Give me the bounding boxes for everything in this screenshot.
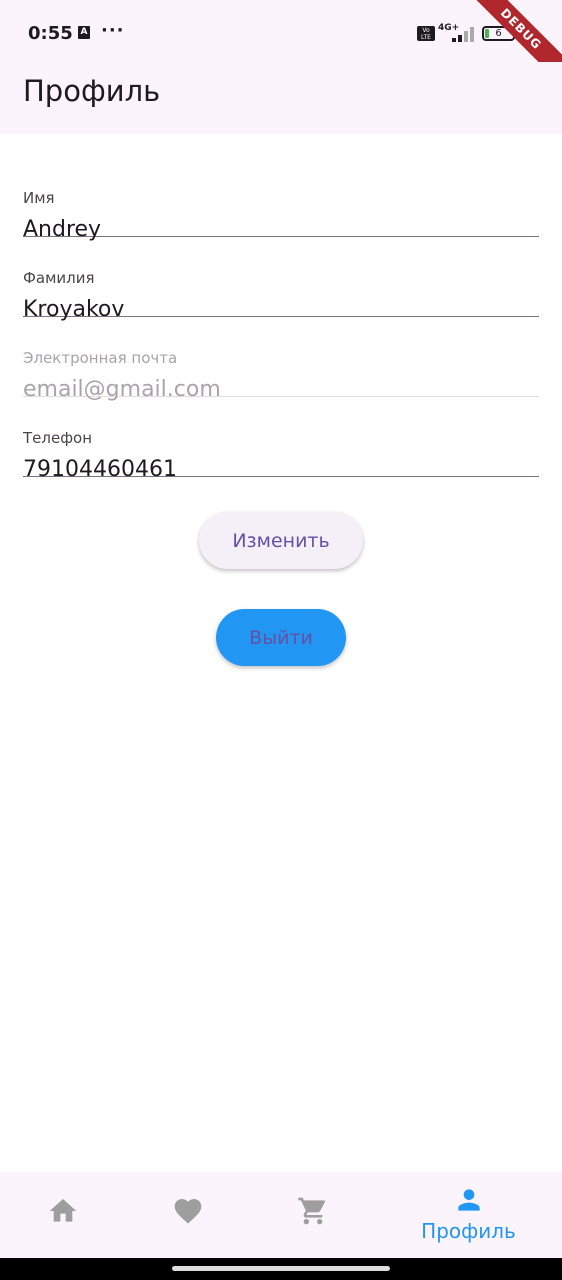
more-notifications-icon: ···: [101, 20, 125, 41]
cart-icon: [297, 1197, 325, 1225]
person-icon: [457, 1189, 480, 1211]
nav-item-profile-label: Профиль: [421, 1219, 516, 1243]
nav-item-profile[interactable]: Профиль: [406, 1172, 531, 1258]
notification-icon: A: [78, 26, 90, 39]
nav-item-favorites[interactable]: [125, 1172, 250, 1258]
logout-button[interactable]: Выйти: [216, 609, 346, 666]
volte-icon: Vo LTE: [417, 26, 435, 41]
email-field: Электронная почта email@gmail.com: [23, 317, 539, 402]
heart-icon: [174, 1199, 201, 1224]
phone-label: Телефон: [23, 429, 93, 447]
app-bar: Профиль: [0, 62, 562, 134]
status-bar: 0:55 A ··· Vo LTE 4G+ 6: [0, 0, 562, 62]
first-name-label: Имя: [23, 189, 55, 207]
bottom-navigation: Профиль: [0, 1172, 562, 1258]
status-time: 0:55: [28, 23, 73, 44]
phone-value[interactable]: 79104460461: [23, 457, 177, 482]
nav-item-cart[interactable]: [250, 1172, 375, 1258]
signal-icon: [446, 26, 476, 42]
page-title: Профиль: [23, 74, 161, 108]
nav-item-home[interactable]: [0, 1172, 125, 1258]
edit-button[interactable]: Изменить: [199, 512, 363, 569]
home-icon: [49, 1199, 76, 1222]
system-navigation-bar: [0, 1258, 562, 1280]
last-name-field[interactable]: Фамилия Kroyakov: [23, 237, 539, 322]
first-name-field[interactable]: Имя Andrey: [23, 157, 539, 242]
phone-field[interactable]: Телефон 79104460461: [23, 397, 539, 482]
last-name-label: Фамилия: [23, 269, 95, 287]
email-label: Электронная почта: [23, 349, 178, 367]
home-gesture-handle[interactable]: [172, 1266, 390, 1271]
